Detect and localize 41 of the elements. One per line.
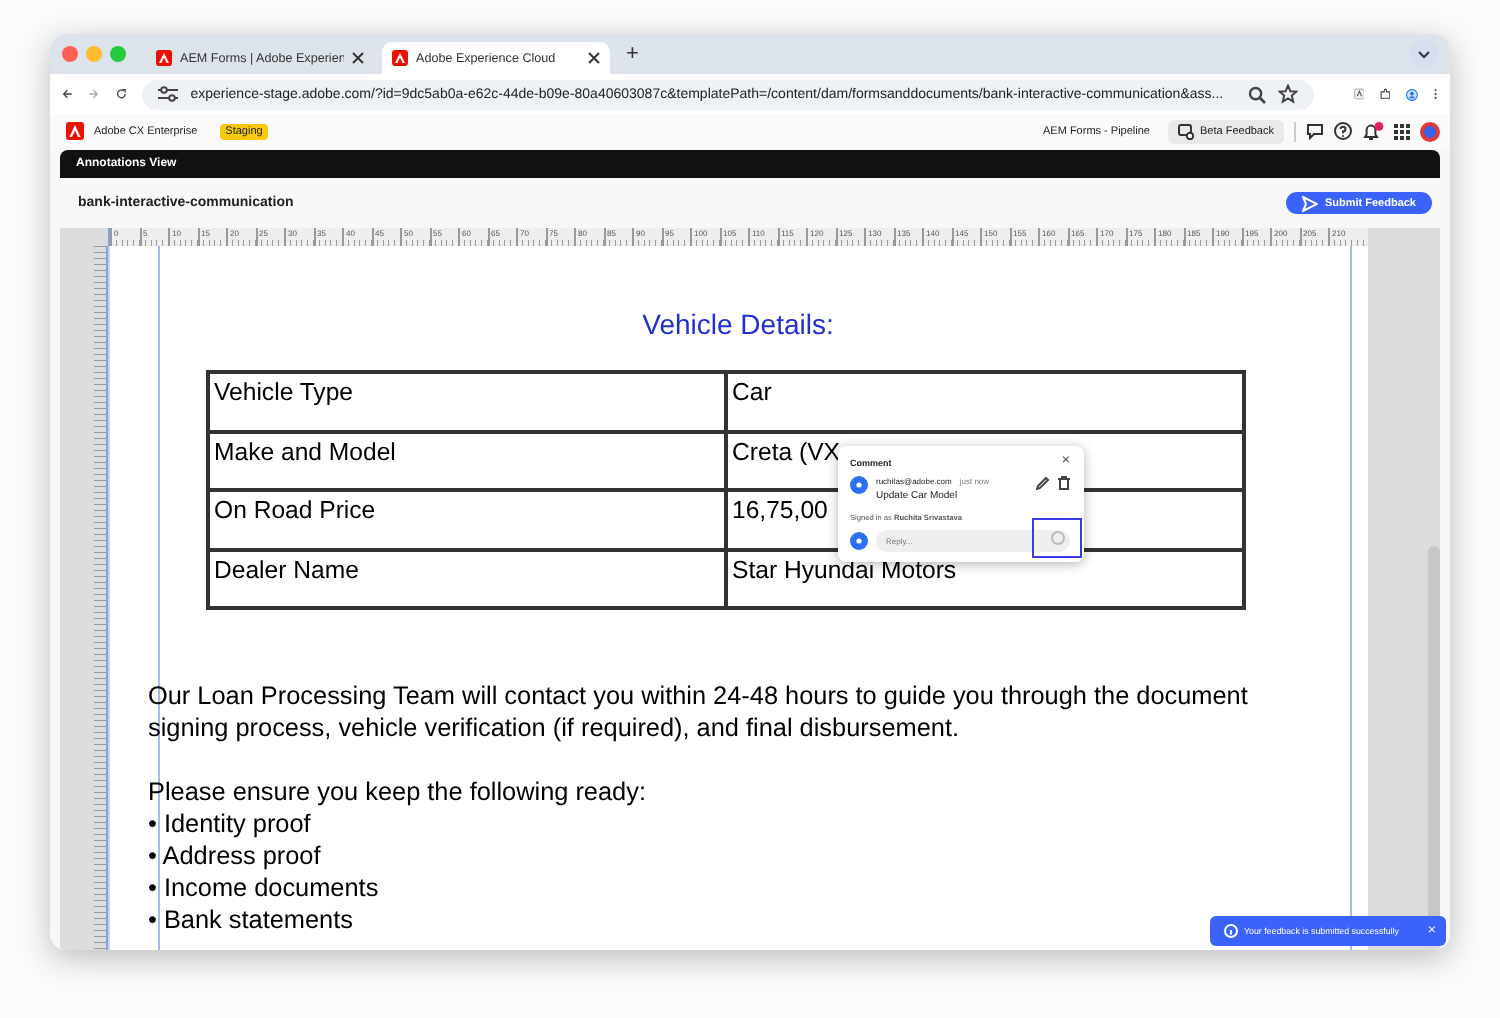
star-icon[interactable] (1277, 84, 1298, 104)
send-icon (1302, 195, 1319, 211)
list-item: • Identity proof (148, 808, 311, 840)
profile-icon[interactable] (1406, 83, 1419, 105)
avatar-icon (850, 532, 868, 550)
section-heading: Vehicle Details: (640, 308, 836, 340)
chat-icon[interactable] (1306, 122, 1324, 140)
feedback-icon (1178, 123, 1194, 139)
avatar-icon (850, 476, 868, 494)
back-icon[interactable] (62, 84, 73, 104)
new-tab-button[interactable]: + (618, 42, 647, 66)
bell-icon[interactable] (1362, 121, 1384, 141)
table-cell: Car (726, 372, 1244, 431)
apps-grid-icon[interactable] (1394, 123, 1410, 139)
table-cell: Make and Model (208, 431, 726, 490)
table-cell: Dealer Name (208, 549, 726, 608)
extension-icon[interactable] (1353, 84, 1365, 104)
zoom-icon[interactable] (1247, 85, 1266, 103)
trash-icon[interactable] (1058, 476, 1070, 490)
adobe-logo-icon (156, 50, 172, 66)
site-settings-icon[interactable] (158, 86, 179, 102)
body-paragraph: Our Loan Processing Team will contact you within 24-48 hours to guide you through the document signing process, vehicle verification (if required), and final disbursement. (148, 680, 1250, 744)
help-icon[interactable] (1334, 122, 1352, 140)
list-intro: Please ensure you keep the following ready: (148, 776, 648, 808)
list-item: • Income documents (148, 872, 379, 904)
chevron-down-icon[interactable] (1410, 40, 1438, 68)
reload-icon[interactable] (115, 84, 127, 104)
edit-icon[interactable] (1036, 476, 1050, 490)
adobe-logo-icon (392, 50, 408, 66)
table-cell: Vehicle Type (208, 372, 726, 431)
puzzle-icon[interactable] (1380, 84, 1391, 104)
list-item: • Address proof (148, 840, 321, 872)
close-icon[interactable] (352, 52, 364, 64)
adobe-logo-icon (66, 122, 84, 140)
list-item: • Bank statements (148, 904, 353, 936)
ruler-corner (60, 228, 108, 246)
table-cell: On Road Price (208, 490, 726, 549)
info-icon (1224, 924, 1238, 938)
loading-icon (1049, 530, 1065, 546)
close-icon[interactable] (588, 52, 600, 64)
avatar-icon[interactable] (1420, 121, 1440, 141)
